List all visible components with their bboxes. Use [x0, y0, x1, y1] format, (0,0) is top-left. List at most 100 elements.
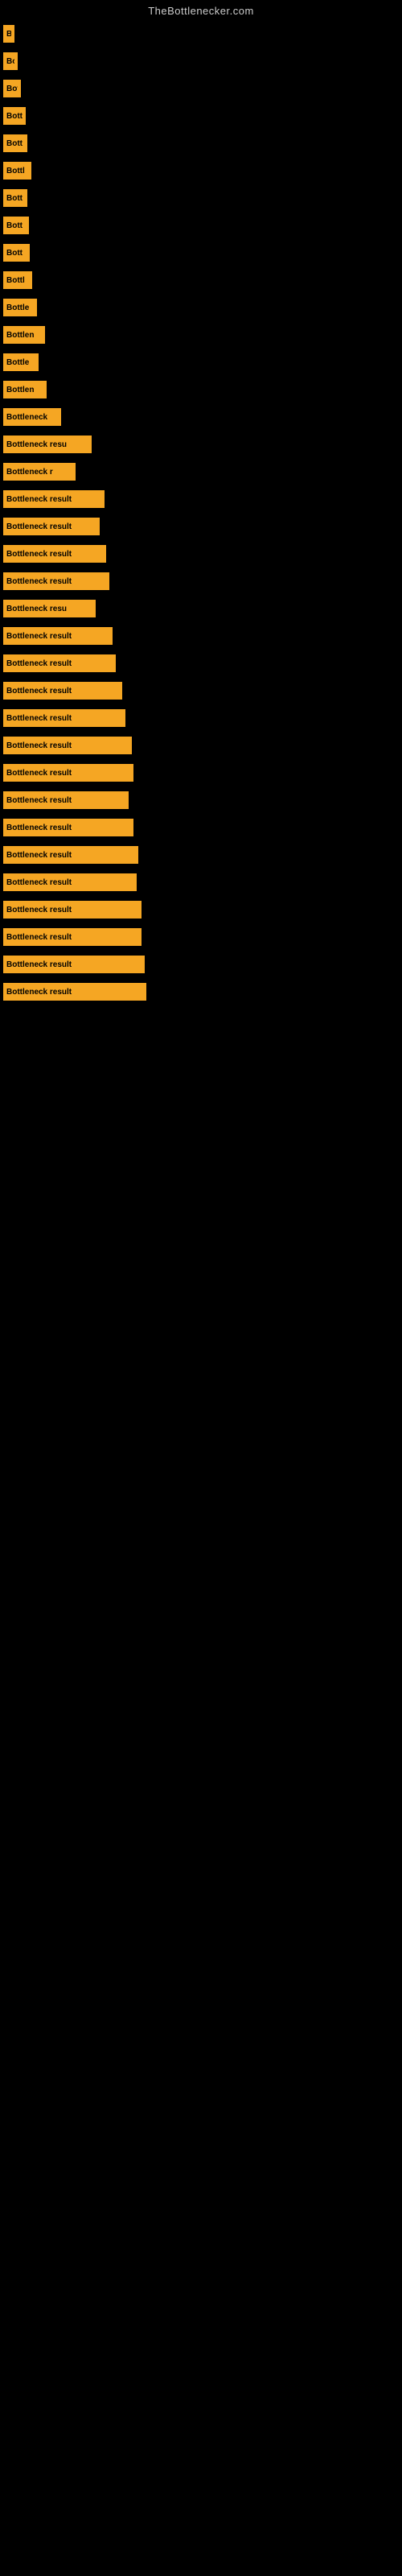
bar-item: Bottleneck resu — [3, 600, 96, 617]
bar-item: Bottleneck result — [3, 490, 105, 508]
bar-label: Bottleneck — [6, 413, 47, 422]
bar-label: Bott — [6, 249, 23, 258]
bar-row: Bottle — [0, 294, 402, 321]
bar-row: Bottl — [0, 266, 402, 294]
bar-label: Bottl — [6, 167, 25, 175]
bar-row: Bottleneck result — [0, 568, 402, 595]
bar-item: Bottleneck — [3, 408, 61, 426]
bar-row: Bottleneck result — [0, 650, 402, 677]
bar-label: Bottleneck result — [6, 632, 72, 641]
bar-item: Bottleneck result — [3, 764, 133, 782]
bar-label: Bottleneck result — [6, 659, 72, 668]
bar-label: Bot — [6, 85, 18, 93]
bar-item: Bottle — [3, 299, 37, 316]
bar-label: Bo — [6, 57, 14, 66]
bar-row: Bottleneck result — [0, 513, 402, 540]
bar-label: Bottleneck result — [6, 960, 72, 969]
bar-item: Bottleneck result — [3, 545, 106, 563]
bar-item: Bott — [3, 244, 30, 262]
bar-label: Bottleneck result — [6, 988, 72, 997]
bar-row: Bott — [0, 130, 402, 157]
bar-label: Bottleneck result — [6, 741, 72, 750]
bar-row: Bot — [0, 75, 402, 102]
bar-item: Bott — [3, 107, 26, 125]
bar-item: Bottleneck result — [3, 737, 132, 754]
bar-label: Bottleneck result — [6, 796, 72, 805]
bar-row: Bottleneck resu — [0, 431, 402, 458]
bar-item: Bottleneck result — [3, 627, 113, 645]
bar-label: Bott — [6, 194, 23, 203]
bar-item: Bottleneck result — [3, 983, 146, 1001]
bar-item: Bottlen — [3, 326, 45, 344]
site-title: TheBottlenecker.com — [0, 0, 402, 20]
bar-item: Bottleneck result — [3, 682, 122, 700]
bar-item: Bott — [3, 217, 29, 234]
bar-item: Bottle — [3, 353, 39, 371]
bar-label: B — [6, 30, 11, 39]
bar-item: Bottleneck result — [3, 956, 145, 973]
bar-row: Bottleneck result — [0, 759, 402, 786]
bar-row: Bottle — [0, 349, 402, 376]
bar-label: Bottleneck result — [6, 495, 72, 504]
bar-item: Bottleneck result — [3, 791, 129, 809]
bar-label: Bottl — [6, 276, 25, 285]
bar-row: Bott — [0, 212, 402, 239]
bars-container: B Bo Bot Bott Bott Bottl Bott Bott Bott Bottl Bott… — [0, 20, 402, 1005]
bar-row: Bottleneck result — [0, 485, 402, 513]
bar-row: Bottleneck result — [0, 978, 402, 1005]
bar-item: Bo — [3, 52, 18, 70]
bar-item: Bot — [3, 80, 21, 97]
bar-label: Bottleneck result — [6, 687, 72, 696]
bar-row: Bottleneck result — [0, 841, 402, 869]
bar-label: Bott — [6, 139, 23, 148]
bar-item: Bottlen — [3, 381, 47, 398]
bar-label: Bottleneck result — [6, 824, 72, 832]
bar-row: Bottleneck result — [0, 732, 402, 759]
bar-label: Bottlen — [6, 386, 34, 394]
bar-label: Bottleneck result — [6, 906, 72, 914]
bar-item: Bottl — [3, 271, 32, 289]
bar-item: Bottleneck result — [3, 572, 109, 590]
bar-item: Bottleneck result — [3, 846, 138, 864]
bar-row: Bott — [0, 184, 402, 212]
bar-label: Bottleneck result — [6, 851, 72, 860]
bar-row: Bo — [0, 47, 402, 75]
bar-item: Bott — [3, 189, 27, 207]
bar-row: Bottleneck result — [0, 704, 402, 732]
bar-label: Bottleneck resu — [6, 440, 67, 449]
bar-row: Bottleneck result — [0, 923, 402, 951]
bar-row: Bottleneck r — [0, 458, 402, 485]
bar-row: Bottleneck — [0, 403, 402, 431]
bar-row: Bottleneck result — [0, 896, 402, 923]
bar-label: Bottleneck result — [6, 577, 72, 586]
bar-row: Bottleneck result — [0, 951, 402, 978]
bar-item: Bottl — [3, 162, 31, 180]
bar-row: Bottleneck result — [0, 677, 402, 704]
bar-item: Bottleneck resu — [3, 436, 92, 453]
bar-label: Bottleneck result — [6, 522, 72, 531]
bar-item: Bott — [3, 134, 27, 152]
bar-row: Bottleneck result — [0, 540, 402, 568]
bar-row: Bottleneck result — [0, 869, 402, 896]
bar-item: Bottleneck result — [3, 518, 100, 535]
bar-label: Bottleneck result — [6, 550, 72, 559]
bar-label: Bottle — [6, 303, 29, 312]
bar-row: Bottleneck resu — [0, 595, 402, 622]
bar-row: Bottleneck result — [0, 622, 402, 650]
bar-item: Bottleneck result — [3, 928, 142, 946]
bar-label: Bottleneck resu — [6, 605, 67, 613]
bar-label: Bottleneck result — [6, 933, 72, 942]
bar-label: Bott — [6, 221, 23, 230]
bar-item: Bottleneck result — [3, 654, 116, 672]
bar-item: Bottleneck result — [3, 819, 133, 836]
bar-item: Bottleneck r — [3, 463, 76, 481]
bar-item: Bottleneck result — [3, 901, 142, 919]
bar-row: Bott — [0, 102, 402, 130]
bar-label: Bottleneck result — [6, 769, 72, 778]
bar-row: Bottlen — [0, 321, 402, 349]
bar-label: Bottleneck result — [6, 714, 72, 723]
bar-item: Bottleneck result — [3, 709, 125, 727]
bar-item: Bottleneck result — [3, 873, 137, 891]
bar-label: Bottle — [6, 358, 29, 367]
bar-label: Bottlen — [6, 331, 34, 340]
